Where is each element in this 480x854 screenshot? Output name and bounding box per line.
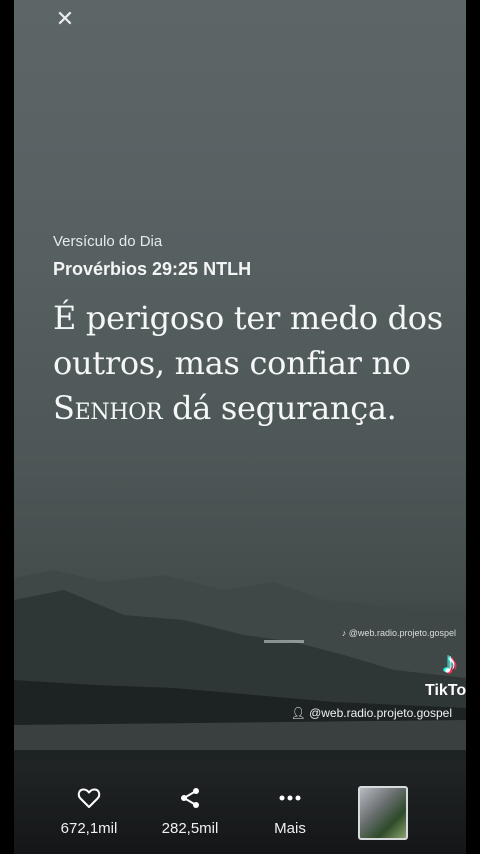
user-icon: 👤︎: [290, 706, 306, 720]
verse-text-lord: Senhor: [53, 389, 163, 427]
watermark-handle: 👤︎ @web.radio.projeto.gospel: [290, 706, 452, 720]
verse-overline: Versículo do Dia: [53, 233, 163, 250]
mountain-landscape: [14, 570, 466, 760]
share-icon: [145, 780, 235, 816]
verse-reference: Provérbios 29:25 NTLH: [53, 259, 252, 279]
verse-text-part1: É perigoso ter medo dos outros, mas conf…: [53, 299, 443, 382]
close-icon[interactable]: ✕: [52, 6, 78, 32]
verse-text: É perigoso ter medo dos outros, mas conf…: [53, 296, 443, 431]
tiktok-watermark: ♪ TikTok: [420, 648, 466, 700]
share-button[interactable]: 282,5mil: [145, 780, 235, 837]
tiktok-brand: TikTok: [424, 682, 466, 699]
like-button[interactable]: 672,1mil: [44, 780, 134, 837]
like-count: 672,1mil: [60, 820, 118, 837]
verse-text-part2: dá segurança.: [162, 389, 397, 427]
heart-icon: [44, 780, 134, 816]
share-count: 282,5mil: [161, 820, 219, 837]
story-view: ✕ Versículo do Dia Provérbios 29:25 NTLH…: [14, 0, 466, 854]
more-label: Mais: [274, 820, 306, 837]
tiktok-logo-icon: ♪: [442, 647, 458, 680]
more-icon: [245, 780, 335, 816]
action-bar: 672,1mil 282,5mil Mais: [14, 780, 466, 854]
more-button[interactable]: Mais: [245, 780, 335, 837]
watermark-handle-small: ♪ @web.radio.projeto.gospel: [341, 628, 456, 638]
watermark-handle-small-text: @web.radio.projeto.gospel: [348, 628, 456, 638]
background-thumbnail[interactable]: [358, 786, 408, 840]
watermark-handle-text: @web.radio.projeto.gospel: [309, 706, 452, 720]
